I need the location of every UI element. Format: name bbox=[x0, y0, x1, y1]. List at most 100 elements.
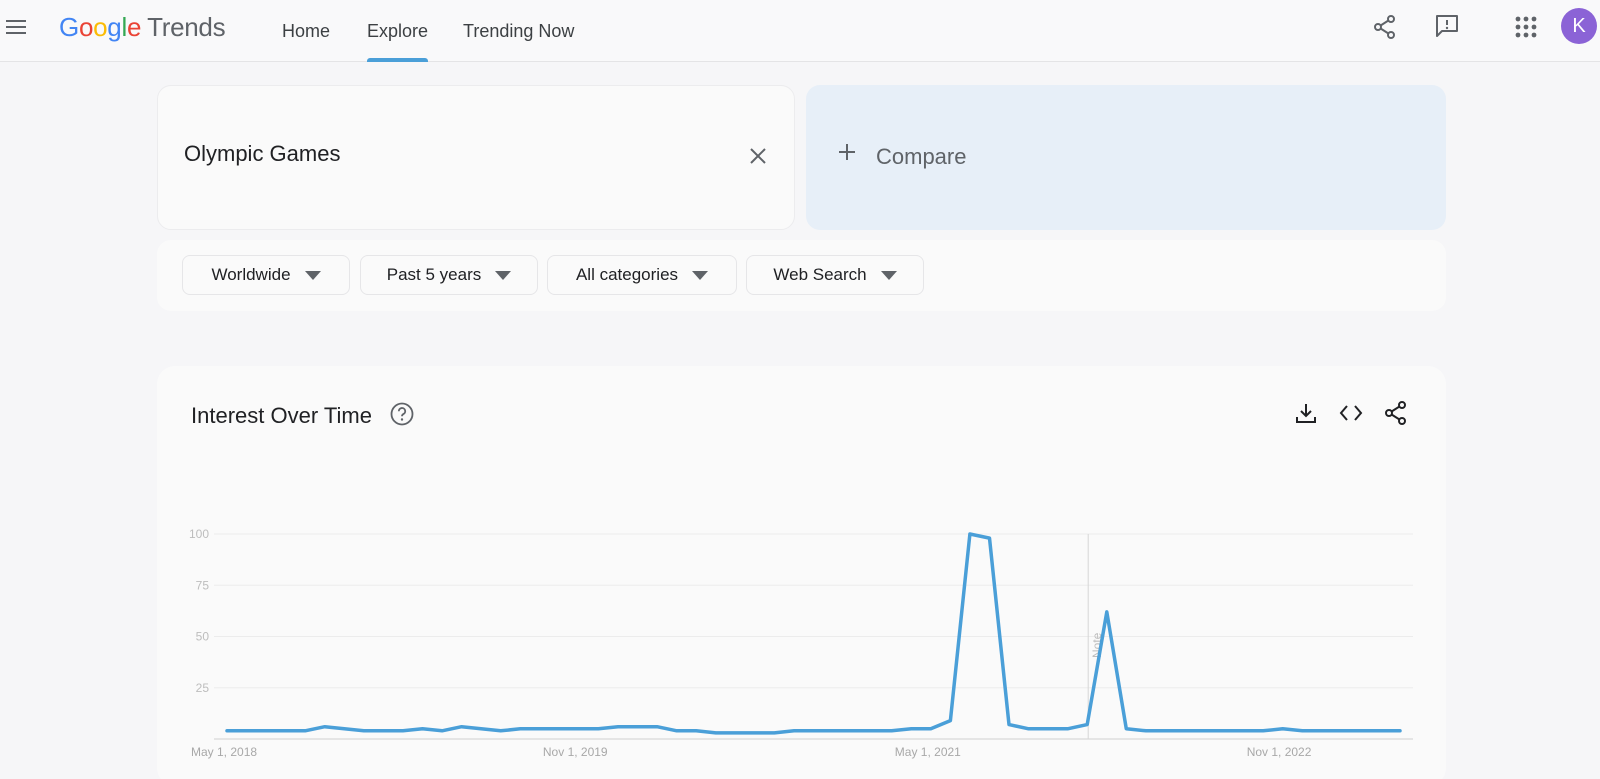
search-term-card bbox=[157, 85, 795, 230]
data-point bbox=[713, 730, 719, 736]
nav-home[interactable]: Home bbox=[282, 0, 330, 62]
data-point bbox=[1338, 728, 1344, 734]
data-point bbox=[674, 728, 680, 734]
interest-over-time-card: Interest Over Time 25 50 75 100 Note May 1, 2… bbox=[157, 366, 1446, 779]
menu-icon[interactable] bbox=[4, 16, 28, 40]
y-tick-label: 100 bbox=[189, 527, 209, 541]
data-point bbox=[654, 724, 660, 730]
x-tick-label: Nov 1, 2019 bbox=[543, 745, 608, 759]
data-point bbox=[420, 726, 426, 732]
data-point bbox=[1299, 728, 1305, 734]
data-point bbox=[752, 730, 758, 736]
search-term-input[interactable] bbox=[184, 141, 684, 167]
data-point bbox=[615, 724, 621, 730]
chevron-down-icon bbox=[495, 270, 512, 280]
data-point bbox=[908, 726, 914, 732]
data-point bbox=[1143, 728, 1149, 734]
data-point bbox=[947, 718, 953, 724]
data-point bbox=[1026, 726, 1032, 732]
x-tick-label: May 1, 2021 bbox=[895, 745, 961, 759]
data-point bbox=[380, 728, 386, 734]
category-filter-dropdown[interactable]: All categories bbox=[547, 255, 737, 295]
data-point bbox=[1358, 728, 1364, 734]
filters-bar: Worldwide Past 5 years All categories We… bbox=[157, 240, 1446, 311]
data-point bbox=[478, 726, 484, 732]
y-tick-label: 25 bbox=[196, 681, 210, 695]
data-point bbox=[400, 728, 406, 734]
data-point bbox=[811, 728, 817, 734]
data-point bbox=[537, 726, 543, 732]
data-point bbox=[1241, 728, 1247, 734]
data-point bbox=[595, 726, 601, 732]
data-point bbox=[771, 730, 777, 736]
region-filter-dropdown[interactable]: Worldwide bbox=[182, 255, 350, 295]
nav-explore[interactable]: Explore bbox=[367, 0, 429, 62]
data-point bbox=[928, 726, 934, 732]
data-point bbox=[889, 728, 895, 734]
data-point bbox=[830, 728, 836, 734]
google-trends-logo[interactable]: Google Trends bbox=[59, 12, 226, 43]
series-line bbox=[225, 532, 1402, 735]
data-point bbox=[869, 728, 875, 734]
data-point bbox=[1397, 728, 1403, 734]
top-bar: Google Trends Home Explore Trending Now K bbox=[0, 0, 1600, 62]
data-point bbox=[732, 730, 738, 736]
data-point bbox=[986, 535, 992, 541]
data-point bbox=[791, 728, 797, 734]
data-point bbox=[1280, 726, 1286, 732]
data-point bbox=[322, 724, 328, 730]
apps-grid-icon[interactable] bbox=[1512, 13, 1540, 41]
data-point bbox=[224, 728, 230, 734]
plus-icon bbox=[836, 141, 858, 163]
logo-trends-text: Trends bbox=[147, 12, 226, 42]
data-point bbox=[1260, 728, 1266, 734]
data-point bbox=[1045, 726, 1051, 732]
data-point bbox=[576, 726, 582, 732]
data-point bbox=[967, 531, 973, 537]
data-point bbox=[1202, 728, 1208, 734]
clear-icon[interactable] bbox=[746, 144, 770, 168]
search-type-filter-dropdown[interactable]: Web Search bbox=[746, 255, 924, 295]
chevron-down-icon bbox=[880, 270, 897, 280]
data-point bbox=[1182, 728, 1188, 734]
data-point bbox=[244, 728, 250, 734]
data-point bbox=[1123, 726, 1129, 732]
feedback-icon[interactable] bbox=[1433, 12, 1461, 40]
data-point bbox=[693, 728, 699, 734]
y-tick-label: 75 bbox=[196, 578, 210, 592]
account-avatar[interactable]: K bbox=[1561, 8, 1597, 44]
compare-label: Compare bbox=[876, 144, 967, 169]
data-point bbox=[1377, 728, 1383, 734]
data-point bbox=[283, 728, 289, 734]
data-point bbox=[1006, 722, 1012, 728]
nav-trending-now[interactable]: Trending Now bbox=[463, 0, 574, 62]
data-point bbox=[1319, 728, 1325, 734]
data-point bbox=[439, 728, 445, 734]
chevron-down-icon bbox=[304, 270, 321, 280]
compare-button[interactable]: Compare bbox=[806, 85, 1446, 230]
data-point bbox=[1084, 722, 1090, 728]
search-type-filter-label: Web Search bbox=[773, 265, 867, 284]
data-point bbox=[850, 728, 856, 734]
share-icon[interactable] bbox=[1371, 13, 1399, 41]
x-tick-label: May 1, 2018 bbox=[191, 745, 257, 759]
data-point bbox=[1162, 728, 1168, 734]
time-filter-label: Past 5 years bbox=[386, 265, 482, 284]
data-point bbox=[459, 724, 465, 730]
x-tick-label: Nov 1, 2022 bbox=[1247, 745, 1312, 759]
data-point bbox=[1065, 726, 1071, 732]
data-point bbox=[361, 728, 367, 734]
time-filter-dropdown[interactable]: Past 5 years bbox=[360, 255, 538, 295]
data-point bbox=[498, 728, 504, 734]
category-filter-label: All categories bbox=[575, 265, 679, 284]
region-filter-label: Worldwide bbox=[211, 265, 291, 284]
data-point bbox=[341, 726, 347, 732]
data-point bbox=[517, 726, 523, 732]
data-point bbox=[1221, 728, 1227, 734]
interest-over-time-chart[interactable]: 255075100NoteMay 1, 2018 Nov 1, 2019 May 1… bbox=[157, 366, 1446, 779]
y-tick-label: 50 bbox=[196, 630, 210, 644]
data-point bbox=[263, 728, 269, 734]
data-point bbox=[635, 724, 641, 730]
data-point bbox=[1104, 609, 1110, 615]
chevron-down-icon bbox=[692, 270, 709, 280]
